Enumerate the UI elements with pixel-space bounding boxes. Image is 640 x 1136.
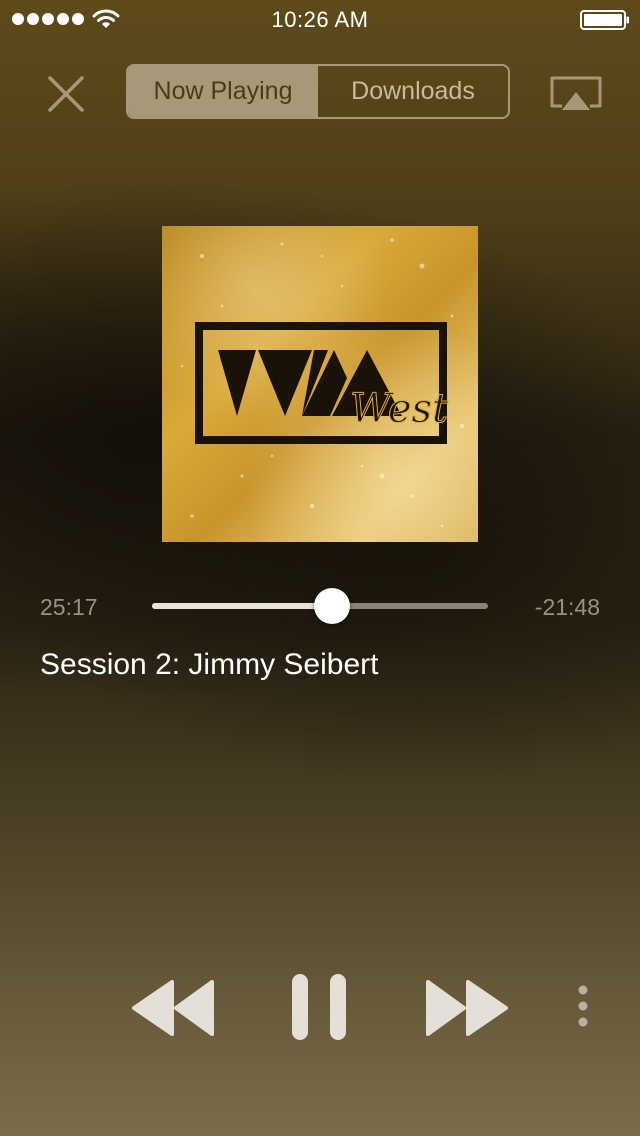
airplay-button[interactable]	[548, 74, 604, 114]
playback-scrubber[interactable]	[152, 588, 488, 624]
fast-forward-icon	[426, 980, 508, 1036]
remaining-time: -21:48	[534, 594, 600, 620]
track-title: Session 2: Jimmy Seibert	[40, 648, 379, 681]
album-artwork: West	[162, 226, 478, 542]
more-vertical-icon	[578, 985, 588, 1027]
artwork-logo-text: West	[350, 386, 449, 432]
view-segmented-control: Now Playing Downloads	[126, 64, 510, 119]
scrubber-fill	[152, 603, 332, 609]
rewind-button[interactable]	[130, 978, 216, 1038]
battery-icon	[580, 10, 629, 30]
tab-now-playing[interactable]: Now Playing	[128, 66, 318, 117]
status-bar: 10:26 AM	[0, 0, 640, 40]
scrubber-thumb[interactable]	[314, 588, 350, 624]
rewind-icon	[132, 980, 214, 1036]
elapsed-time: 25:17	[40, 594, 98, 620]
pause-button[interactable]	[290, 974, 350, 1040]
more-button[interactable]	[572, 984, 594, 1032]
tab-downloads[interactable]: Downloads	[318, 66, 508, 117]
pause-icon	[292, 974, 346, 1040]
fast-forward-button[interactable]	[424, 978, 510, 1038]
close-button[interactable]	[44, 72, 88, 116]
close-icon	[48, 76, 84, 112]
status-time: 10:26 AM	[271, 7, 369, 32]
airplay-icon	[550, 76, 602, 110]
